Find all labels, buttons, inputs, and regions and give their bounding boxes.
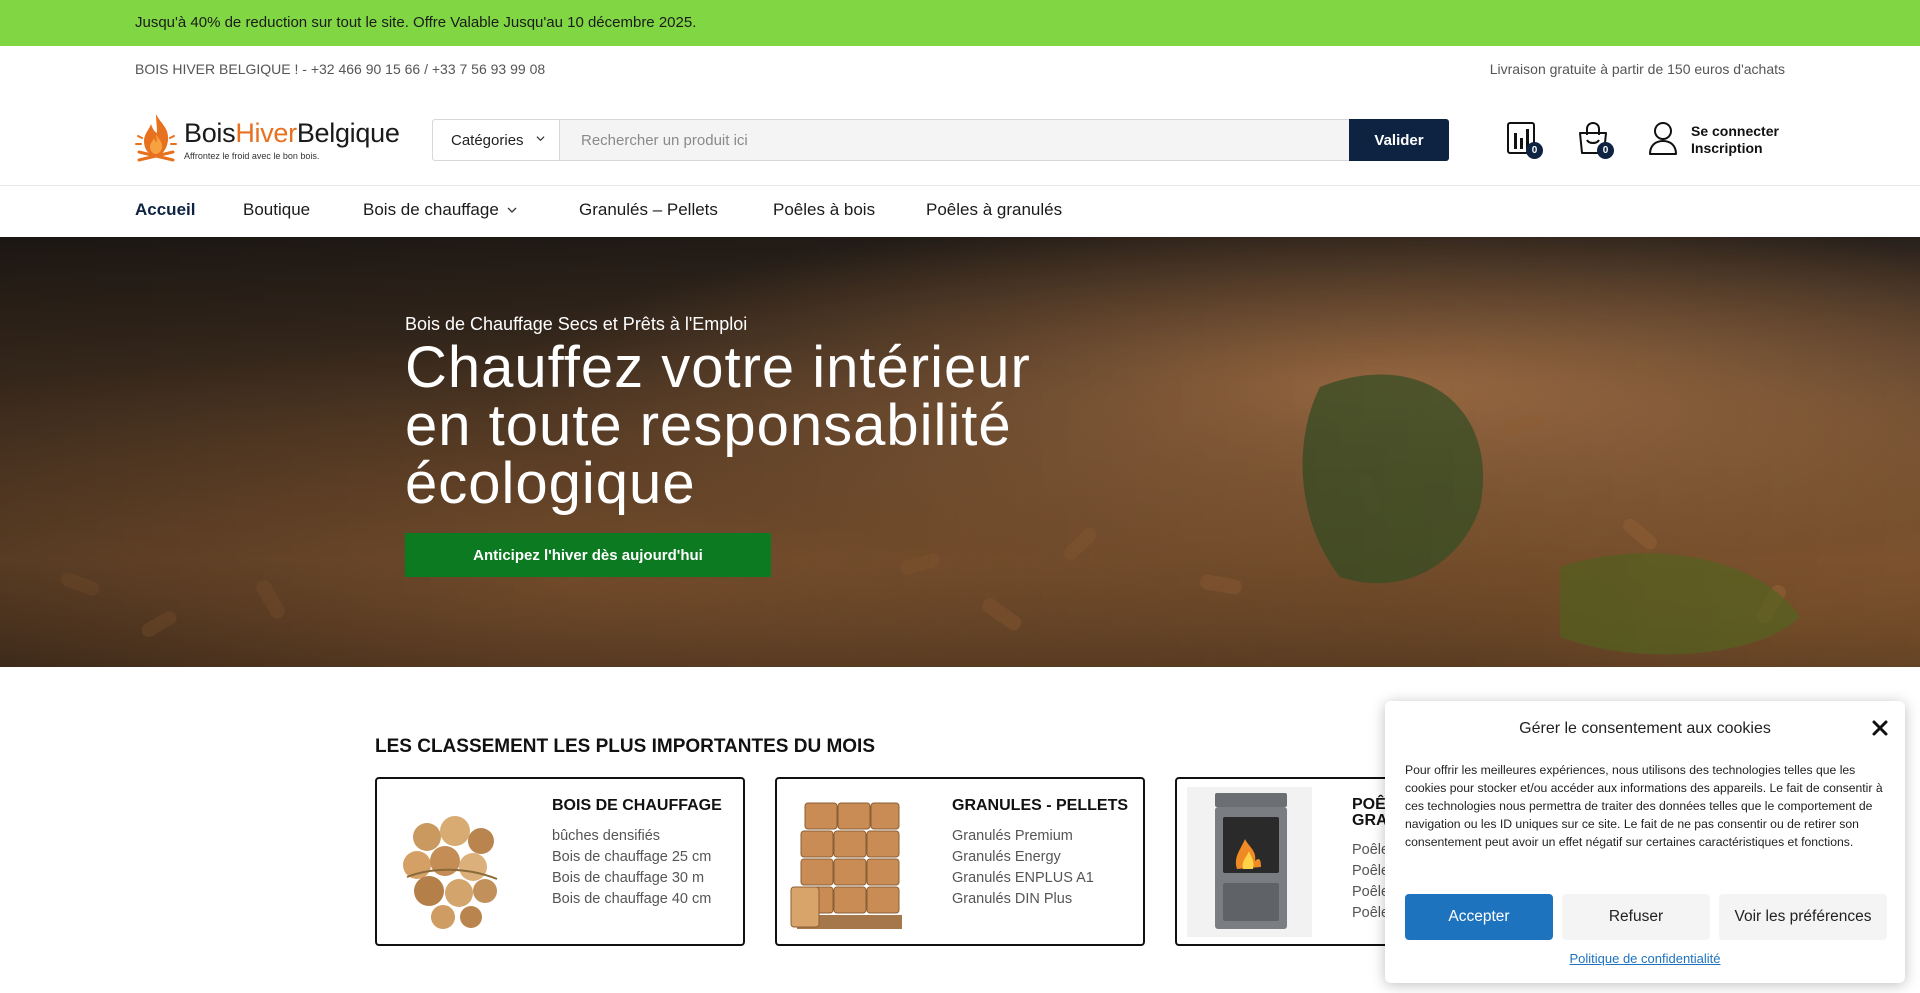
card-link[interactable]: Granulés DIN Plus: [952, 889, 1094, 910]
hero-title-line-1: Chauffez votre intérieur: [405, 335, 1031, 400]
card-link[interactable]: Bois de chauffage 40 cm: [552, 889, 711, 910]
hero-title-line-3: écologique: [405, 451, 696, 516]
cookie-consent-dialog: Gérer le consentement aux cookies Pour o…: [1385, 701, 1905, 983]
category-card-granules[interactable]: GRANULES - PELLETS Granulés Premium Gran…: [775, 777, 1145, 946]
hero-title: Chauffez votre intérieur en toute respon…: [405, 339, 1205, 513]
card-title: POÊ GRA: [1352, 797, 1388, 829]
privacy-policy-link[interactable]: Politique de confidentialité: [1385, 951, 1905, 966]
section-title: LES CLASSEMENT LES PLUS IMPORTANTES DU M…: [375, 736, 876, 757]
compare-button[interactable]: 0: [1506, 121, 1543, 159]
category-dropdown-label: Catégories: [451, 132, 524, 149]
refuse-cookies-button[interactable]: Refuser: [1562, 894, 1710, 940]
hero-banner: Bois de Chauffage Secs et Prêts à l'Empl…: [0, 237, 1920, 667]
card-link[interactable]: Poêle: [1352, 882, 1389, 903]
hero-subtitle: Bois de Chauffage Secs et Prêts à l'Empl…: [405, 314, 748, 334]
top-info-bar: BOIS HIVER BELGIQUE ! - +32 466 90 15 66…: [135, 61, 1785, 81]
category-card-bois[interactable]: BOIS DE CHAUFFAGE bûches densifiés Bois …: [375, 777, 745, 946]
category-dropdown[interactable]: Catégories: [433, 120, 560, 160]
compare-count-badge: 0: [1526, 142, 1543, 159]
card-link[interactable]: Granulés Premium: [952, 826, 1094, 847]
account-link[interactable]: Se connecter Inscription: [1648, 121, 1786, 157]
nav-item-bois-label: Bois de chauffage: [363, 200, 499, 219]
flame-logo-icon: [135, 114, 177, 162]
logo-tagline: Affrontez le froid avec le bon bois.: [184, 151, 320, 161]
promo-bar: Jusqu'à 40% de reduction sur tout le sit…: [0, 0, 1920, 46]
search-submit-button[interactable]: Valider: [1349, 119, 1449, 161]
nav-item-poeles-a-bois[interactable]: Poêles à bois: [773, 200, 875, 220]
firewood-image: [403, 816, 498, 929]
nav-item-bois-de-chauffage[interactable]: Bois de chauffage: [363, 200, 517, 220]
card-link[interactable]: bûches densifiés: [552, 826, 711, 847]
logo-word-belgique: Belgique: [296, 118, 400, 148]
logo-word-hiver: Hiver: [235, 118, 297, 148]
login-link[interactable]: Se connecter: [1691, 123, 1779, 139]
search-bar: Catégories Valider: [432, 119, 1449, 161]
logo-wordmark: BoisHiverBelgique: [184, 118, 400, 149]
hero-title-line-2: en toute responsabilité: [405, 393, 1012, 458]
accept-cookies-button[interactable]: Accepter: [1405, 894, 1553, 940]
stove-image: [1187, 787, 1312, 937]
card-title-line-2: GRA: [1352, 812, 1388, 829]
shipping-info: Livraison gratuite à partir de 150 euros…: [1489, 61, 1785, 77]
nav-item-accueil[interactable]: Accueil: [135, 200, 195, 220]
cookie-preferences-button[interactable]: Voir les préférences: [1719, 894, 1887, 940]
chevron-down-icon: [536, 136, 545, 142]
pellet-bags-image: [790, 802, 902, 929]
promo-text: Jusqu'à 40% de reduction sur tout le sit…: [135, 14, 697, 31]
card-link-list: Granulés Premium Granulés Energy Granulé…: [952, 826, 1094, 910]
site-logo[interactable]: BoisHiverBelgique Affrontez le froid ave…: [135, 112, 405, 164]
contact-info: BOIS HIVER BELGIQUE ! - +32 466 90 15 66…: [135, 61, 546, 77]
cookie-dialog-title: Gérer le consentement aux cookies: [1519, 720, 1771, 737]
card-link[interactable]: Bois de chauffage 25 cm: [552, 847, 711, 868]
close-icon[interactable]: [1871, 719, 1889, 737]
register-link[interactable]: Inscription: [1691, 140, 1763, 156]
card-link[interactable]: Granulés Energy: [952, 847, 1094, 868]
cookie-dialog-text: Pour offrir les meilleures expériences, …: [1405, 763, 1883, 849]
card-title: BOIS DE CHAUFFAGE: [552, 797, 722, 814]
card-link[interactable]: Granulés ENPLUS A1: [952, 868, 1094, 889]
card-link[interactable]: Poêle: [1352, 861, 1389, 882]
nav-item-boutique[interactable]: Boutique: [243, 200, 310, 220]
card-link[interactable]: Poêle: [1352, 903, 1389, 924]
card-title-line-1: POÊ: [1352, 796, 1386, 813]
card-link-list: bûches densifiés Bois de chauffage 25 cm…: [552, 826, 711, 910]
nav-item-granules[interactable]: Granulés – Pellets: [579, 200, 718, 220]
nav-divider: [0, 185, 1920, 186]
hero-cta-button[interactable]: Anticipez l'hiver dès aujourd'hui: [405, 533, 771, 577]
card-link-list: Poêle Poêle Poêle Poêle: [1352, 840, 1389, 924]
logo-word-bois: Bois: [184, 118, 236, 148]
card-link[interactable]: Bois de chauffage 30 m: [552, 868, 711, 889]
card-title: GRANULES - PELLETS: [952, 797, 1129, 814]
cart-button[interactable]: 0: [1577, 121, 1614, 159]
nav-item-poeles-a-granules[interactable]: Poêles à granulés: [926, 200, 1062, 220]
user-icon: [1649, 122, 1677, 155]
cart-count-badge: 0: [1597, 142, 1614, 159]
search-input[interactable]: [561, 120, 1349, 160]
card-link[interactable]: Poêle: [1352, 840, 1389, 861]
chevron-down-icon: [507, 207, 517, 213]
